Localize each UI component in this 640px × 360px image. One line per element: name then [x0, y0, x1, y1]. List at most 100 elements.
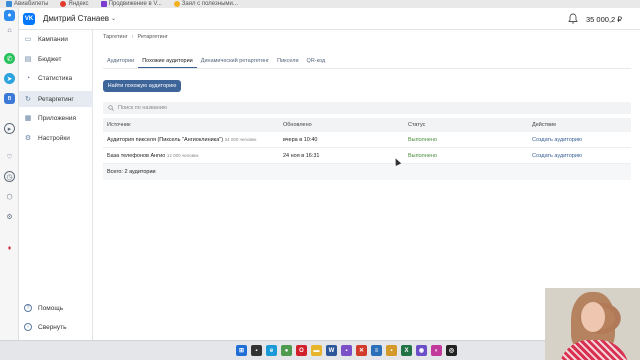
- tabs: Аудитории Похожие аудитории Динамический…: [103, 56, 329, 68]
- home-icon[interactable]: ⌂: [4, 25, 15, 36]
- account-switcher[interactable]: Дмитрий Станаев ⌄: [43, 14, 116, 23]
- bookmark-icon: [173, 1, 180, 7]
- yandex-icon: [60, 1, 67, 7]
- search-input[interactable]: [118, 105, 418, 111]
- column-header-action[interactable]: Действие: [532, 122, 631, 128]
- nav-item-label: Кампании: [38, 35, 68, 43]
- table-header: Источник Обновлено Статус Действие: [103, 118, 631, 132]
- chart-icon: ◔: [25, 74, 31, 82]
- vk-icon[interactable]: в: [4, 93, 15, 104]
- whatsapp-icon[interactable]: ✆: [4, 53, 15, 64]
- search-bar: [103, 102, 631, 114]
- notes-icon[interactable]: ≡: [371, 345, 382, 356]
- box-icon[interactable]: ⬡: [4, 191, 15, 202]
- webcam-overlay: [545, 288, 640, 360]
- play-icon[interactable]: ▸: [4, 123, 15, 134]
- taskbar: ⊞ ▪ e ● O ▬ W ▪ ✕ ≡ ▪ X ◉ ◐ ◎: [0, 340, 545, 360]
- nav-item-campaigns[interactable]: ▭ Кампании: [19, 31, 93, 47]
- tab-audiences[interactable]: Аудитории: [103, 56, 138, 68]
- bookmark-icon: [6, 1, 12, 7]
- opera-icon[interactable]: O: [296, 345, 307, 356]
- bookmark-aviabilety[interactable]: Авиабилеты: [6, 0, 48, 8]
- pin-icon[interactable]: ♦: [4, 243, 15, 254]
- status-badge: Выполнено: [408, 152, 437, 159]
- audience-count: 12 000 человек: [166, 152, 199, 158]
- nav-item-label: Настройки: [38, 134, 70, 142]
- nav-item-settings[interactable]: ⚙ Настройки: [19, 130, 93, 146]
- nav-item-budget[interactable]: ▤ Бюджет: [19, 51, 93, 67]
- webcam-person-face: [581, 302, 605, 332]
- vk-logo[interactable]: VK: [23, 13, 35, 25]
- word-icon[interactable]: W: [326, 345, 337, 356]
- audience-count: 34 000 человек: [224, 136, 257, 142]
- windows-start-icon[interactable]: ⊞: [236, 345, 247, 356]
- help-icon: ?: [24, 304, 32, 312]
- nav-item-label: Статистика: [38, 74, 73, 82]
- bookmark-useful[interactable]: Заял с полезными...: [173, 0, 238, 8]
- source-name: Аудитория пикселя (Пиксель "Ангиоклиника…: [107, 136, 224, 143]
- audiences-table: Источник Обновлено Статус Действие Аудит…: [103, 118, 631, 180]
- nav-item-label: Приложения: [38, 114, 77, 122]
- app-header: VK Дмитрий Станаев ⌄ 35 000,2 ₽: [19, 8, 640, 30]
- help-label: Помощь: [38, 304, 64, 312]
- cell-updated: 24 ноя в 16:31: [283, 152, 320, 159]
- history-icon[interactable]: ◷: [4, 171, 15, 182]
- source-name: База телефонов Ангио: [107, 152, 166, 159]
- taskbar-icons: ⊞ ▪ e ● O ▬ W ▪ ✕ ≡ ▪ X ◉ ◐ ◎: [236, 345, 457, 356]
- bell-icon[interactable]: [568, 13, 578, 24]
- collapse-button[interactable]: ‹ Свернуть: [19, 320, 93, 334]
- tab-dynamic-retargeting[interactable]: Динамический ретаргетинг: [197, 56, 273, 68]
- close-app-icon[interactable]: ✕: [356, 345, 367, 356]
- campaign-icon: ▭: [24, 36, 32, 43]
- browser-sidebar: ● ⌂ ✆ ➤ в ▸ ♡ ◷ ⬡ ⚙ ♦: [0, 8, 19, 340]
- bookmark-promo[interactable]: Продвижение в V...: [100, 0, 162, 8]
- collapse-label: Свернуть: [38, 323, 67, 331]
- explorer-icon[interactable]: ▪: [386, 345, 397, 356]
- gear-icon: ⚙: [24, 135, 32, 142]
- heart-icon[interactable]: ♡: [4, 151, 15, 162]
- media-icon[interactable]: ◎: [446, 345, 457, 356]
- folder-icon[interactable]: ▬: [311, 345, 322, 356]
- paint-icon[interactable]: ◐: [431, 345, 442, 356]
- account-balance[interactable]: 35 000,2 ₽: [586, 15, 622, 24]
- nav-item-label: Ретаргетинг: [38, 95, 74, 103]
- tab-lookalike[interactable]: Похожие аудитории: [138, 56, 197, 68]
- status-badge: Выполнено: [408, 136, 437, 143]
- breadcrumb-separator: ›: [131, 34, 134, 40]
- column-header-status[interactable]: Статус: [408, 122, 532, 128]
- settings-icon[interactable]: ⚙: [4, 211, 15, 222]
- nav-item-apps[interactable]: ▦ Приложения: [19, 110, 93, 126]
- bookmark-icon: [100, 1, 107, 7]
- nav-item-retargeting[interactable]: ↻ Ретаргетинг: [19, 91, 93, 107]
- tab-qr-code[interactable]: QR-код: [303, 56, 330, 68]
- excel-icon[interactable]: X: [401, 345, 412, 356]
- tab-pixels[interactable]: Пиксели: [273, 56, 302, 68]
- search-taskbar-icon[interactable]: ▪: [251, 345, 262, 356]
- create-audience-link[interactable]: Создать аудиторию: [532, 137, 631, 143]
- chrome-icon[interactable]: ●: [281, 345, 292, 356]
- column-header-source[interactable]: Источник: [103, 122, 283, 128]
- cell-source: База телефонов Ангио 12 000 человек: [103, 153, 283, 159]
- wallet-icon: ▤: [24, 56, 32, 63]
- telegram-icon[interactable]: ➤: [4, 73, 15, 84]
- table-row: Аудитория пикселя (Пиксель "Ангиоклиника…: [103, 132, 631, 148]
- webcam-person-shirt: [559, 340, 629, 360]
- collapse-icon: ‹: [24, 323, 32, 331]
- help-link[interactable]: ? Помощь: [19, 301, 93, 315]
- bookmark-yandex[interactable]: Яндекс: [60, 0, 89, 8]
- edge-icon[interactable]: e: [266, 345, 277, 356]
- breadcrumb-current: Ретаргетинг: [137, 34, 168, 40]
- nav-item-label: Бюджет: [38, 55, 62, 63]
- nav-item-statistics[interactable]: ◔ Статистика: [19, 70, 93, 86]
- main-nav: ▭ Кампании ▤ Бюджет ◔ Статистика ↻ Ретар…: [19, 30, 93, 340]
- cell-updated: вчера в 10:40: [283, 136, 318, 143]
- viber-icon[interactable]: ◉: [416, 345, 427, 356]
- find-lookalike-button[interactable]: Найти похожую аудиторию: [103, 80, 181, 92]
- browser-home-icon[interactable]: ●: [4, 10, 15, 21]
- breadcrumb-root[interactable]: Таргетинг: [103, 34, 128, 40]
- app-icon[interactable]: ▪: [341, 345, 352, 356]
- create-audience-link[interactable]: Создать аудиторию: [532, 153, 631, 159]
- column-header-updated[interactable]: Обновлено: [283, 122, 408, 128]
- tabs-divider: [103, 68, 631, 69]
- search-icon: [108, 105, 114, 111]
